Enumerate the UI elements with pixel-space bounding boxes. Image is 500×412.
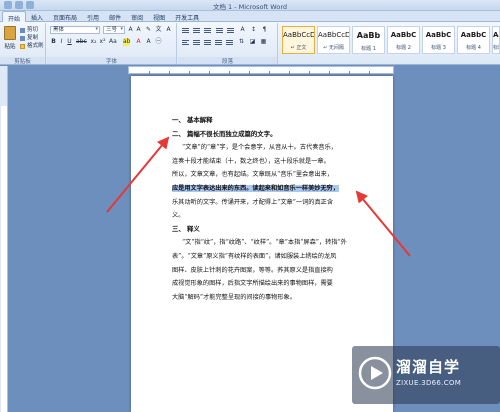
vertical-ruler[interactable]	[0, 66, 8, 412]
tab-view[interactable]: 视图	[148, 11, 170, 22]
tab-developer[interactable]: 开发工具	[170, 11, 204, 22]
watermark-url: ZIXUE.3D66.COM	[396, 379, 462, 387]
window-title: 文档 1 - Microsoft Word	[212, 3, 288, 11]
highlight-color-button[interactable]: ab	[123, 38, 131, 46]
clipboard-group: 粘贴 剪切 复制 格式刷 剪贴板	[0, 23, 46, 65]
font-group: 黑体 三号 A A ✎ 文 A B I U abc x₂ x² Aa ab A …	[47, 23, 177, 65]
tab-insert[interactable]: 插入	[26, 11, 48, 22]
decrease-indent-icon[interactable]	[216, 27, 223, 34]
paragraph-line: 连奏十段才能结束（十，数之终也），这十段乐就是一章。	[172, 157, 330, 165]
paragraph-line: 乐其动听的文字。传诵开来，才配得上“文章”一词的真正含	[172, 198, 334, 206]
bold-button[interactable]: B	[50, 38, 57, 46]
horizontal-ruler[interactable]	[128, 66, 394, 74]
paragraph-line: 义。	[172, 212, 185, 220]
tab-review[interactable]: 审阅	[126, 11, 148, 22]
style-heading-1[interactable]: AaBb 标题 1	[352, 26, 385, 54]
paragraph-line: 图样、皮肤上针刺的花卉图案，等等。荞其原义是指直接构	[172, 266, 333, 274]
section-heading: 一、 基本解释	[172, 116, 213, 124]
char-border-button[interactable]: A	[165, 26, 172, 34]
copy-icon	[20, 35, 25, 41]
font-color-button[interactable]: A	[135, 38, 142, 46]
style-heading-4[interactable]: AaBbC 标题 4	[457, 26, 490, 54]
align-left-icon[interactable]	[182, 39, 189, 46]
paragraph-group: A ↕ ¶ ⇅ ◪ ▦ 段落	[178, 23, 278, 65]
document-body[interactable]: 一、 基本解释 二、 篇幅不很长而独立成篇的文字。 “文章”的“章”字，是个会意…	[172, 114, 358, 304]
selected-text[interactable]: 应是用文字表达出来的东西。读起来和如音乐一样美妙无穷，	[172, 184, 340, 192]
strikethrough-button[interactable]: abc	[76, 38, 87, 46]
align-center-icon[interactable]	[193, 39, 200, 46]
paragraph-line: 所以，文章文章，也有起结。文章既从“音乐”里会意出来，	[172, 171, 334, 179]
underline-button[interactable]: U	[66, 38, 73, 46]
sort-button[interactable]: ↕	[250, 26, 257, 34]
style-normal[interactable]: AaBbCcDd ↵ 正文	[282, 26, 315, 54]
justify-icon[interactable]	[215, 39, 222, 46]
selected-line: 应是用文字表达出来的东西。读起来和如音乐一样美妙无穷，	[172, 182, 358, 196]
section-heading: 二、 篇幅不很长而独立成篇的文字。	[172, 129, 277, 138]
ribbon-tabs: 开始 插入 页面布局 引用 邮件 审阅 视图 开发工具	[0, 11, 500, 23]
paste-button[interactable]: 粘贴	[3, 25, 17, 53]
scissors-icon	[20, 27, 25, 33]
font-name-select[interactable]: 黑体	[50, 26, 100, 34]
enclose-char-button[interactable]: ㊀	[155, 38, 162, 46]
distributed-icon[interactable]	[226, 39, 233, 46]
numbering-icon[interactable]	[193, 27, 200, 34]
tab-page-layout[interactable]: 页面布局	[48, 11, 82, 22]
increase-indent-icon[interactable]	[227, 27, 234, 34]
tab-home[interactable]: 开始	[2, 11, 27, 23]
bullets-icon[interactable]	[182, 27, 189, 34]
paragraph-line: 成视觉形象的图样，后指文字所描绘出来的事物图样，需要	[172, 280, 333, 288]
paragraph-line: “文”指“纹”，指“纹路”、“纹样”。“章”本指“屏森”，转指“外	[182, 239, 347, 247]
chinese-layout-button[interactable]: A	[239, 26, 246, 34]
borders-button[interactable]: ▦	[260, 38, 267, 46]
shrink-font-button[interactable]: A	[135, 26, 142, 34]
ribbon: 粘贴 剪切 复制 格式刷 剪贴板 黑体 三号 A A ✎ 文 A B I U a…	[0, 22, 500, 65]
style-heading-2[interactable]: AaBbC 标题 2	[387, 26, 420, 54]
font-size-select[interactable]: 三号	[103, 26, 125, 34]
tab-references[interactable]: 引用	[82, 11, 104, 22]
title-bar: 文档 1 - Microsoft Word	[0, 0, 500, 11]
cut-button[interactable]: 剪切	[20, 26, 44, 34]
style-no-spacing[interactable]: AaBbCcDd ↵ 无间隔	[317, 26, 350, 54]
section-heading: 三、 释义	[172, 224, 200, 233]
superscript-button[interactable]: x²	[99, 38, 106, 46]
show-marks-button[interactable]: ¶	[261, 26, 268, 34]
align-right-icon[interactable]	[204, 39, 211, 46]
tab-mailings[interactable]: 邮件	[104, 11, 126, 22]
watermark-name: 溜溜自学	[396, 358, 461, 376]
copy-button[interactable]: 复制	[20, 34, 44, 42]
change-case-button[interactable]: Aa	[109, 38, 117, 46]
paragraph-line: 表”。“文章”原义指“有纹样的表面”，诸如服装上绣绘的龙凤	[172, 252, 337, 260]
multilevel-list-icon[interactable]	[204, 27, 211, 34]
styles-group: AaBbCcDd ↵ 正文 AaBbCcDd ↵ 无间隔 AaBb 标题 1 A…	[279, 23, 500, 64]
play-logo-icon	[358, 356, 392, 390]
line-spacing-button[interactable]: ⇅	[238, 38, 245, 46]
subscript-button[interactable]: x₂	[90, 38, 97, 46]
clipboard-icon	[4, 26, 16, 40]
paragraph-line: “文章”的“章”字，是个会意字，从音从十。古代奏音乐，	[182, 144, 337, 152]
grow-font-button[interactable]: A	[127, 26, 134, 34]
shading-button[interactable]: ◪	[249, 38, 256, 46]
style-title[interactable]: AaBb 标题	[492, 26, 500, 54]
style-heading-3[interactable]: AaBbC 标题 3	[422, 26, 455, 54]
format-painter-icon	[20, 43, 25, 49]
watermark: 溜溜自学 ZIXUE.3D66.COM	[352, 346, 500, 404]
phonetic-guide-button[interactable]: 文	[155, 26, 162, 34]
italic-button[interactable]: I	[58, 38, 65, 46]
format-painter-button[interactable]: 格式刷	[20, 42, 44, 50]
paragraph-line: 大脑“解码”才能完整呈现的间接的事物形象。	[172, 293, 296, 301]
clear-format-button[interactable]: ✎	[145, 26, 152, 34]
char-shading-button[interactable]: A	[145, 38, 152, 46]
